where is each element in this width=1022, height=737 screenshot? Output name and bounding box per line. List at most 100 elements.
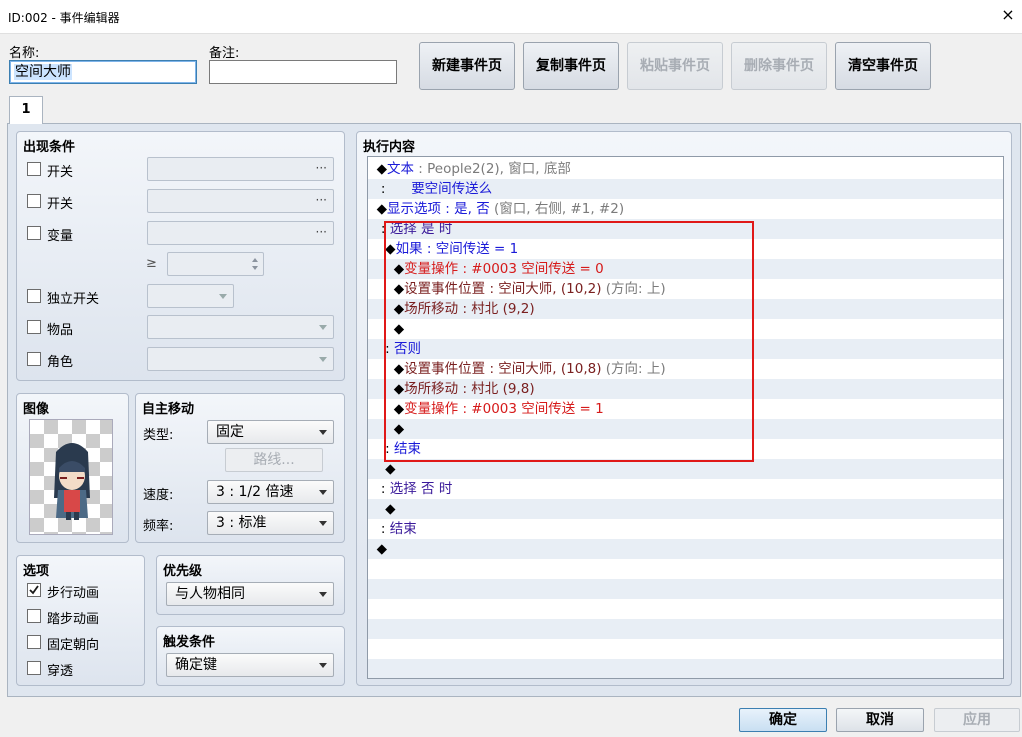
command-line[interactable]: : 结束	[368, 519, 1003, 539]
tab-page-1[interactable]: 1	[9, 96, 43, 124]
command-line[interactable]: ◆显示选项 : 是, 否 (窗口, 右侧, #1, #2)	[368, 199, 1003, 219]
trigger-value: 确定键	[175, 657, 217, 673]
variable-field[interactable]: ···	[147, 221, 334, 245]
movement-type-select[interactable]: 固定	[207, 420, 334, 444]
command-line[interactable]	[368, 639, 1003, 659]
command-segment: 结束	[389, 521, 417, 537]
autonomous-title: 自主移动	[142, 402, 195, 417]
spinner-arrows-icon[interactable]	[250, 255, 260, 273]
paste-event-page-button[interactable]: 粘贴事件页	[627, 42, 723, 90]
type-label: 类型:	[143, 428, 174, 443]
new-event-page-button[interactable]: 新建事件页	[419, 42, 515, 90]
direction-fix-label: 固定朝向	[47, 638, 100, 653]
cancel-button[interactable]: 取消	[836, 708, 924, 732]
actor-checkbox[interactable]	[27, 352, 41, 366]
command-segment: ◆	[376, 501, 396, 517]
clear-event-page-button[interactable]: 清空事件页	[835, 42, 931, 90]
chevron-down-icon	[319, 325, 327, 330]
direction-fix-checkbox[interactable]	[27, 635, 41, 649]
trigger-title: 触发条件	[163, 635, 216, 650]
name-label: 名称:	[9, 46, 40, 61]
image-title: 图像	[23, 402, 50, 417]
command-line[interactable]: : 要空间传送么	[368, 179, 1003, 199]
ellipsis-icon: ···	[315, 193, 327, 207]
command-line[interactable]	[368, 579, 1003, 599]
highlight-box	[384, 221, 754, 462]
priority-title: 优先级	[163, 564, 203, 579]
switch2-checkbox[interactable]	[27, 194, 41, 208]
command-line[interactable]	[368, 659, 1003, 678]
speed-select[interactable]: 3 : 1/2 倍速	[207, 480, 334, 504]
command-segment: ◆	[376, 461, 396, 477]
frequency-select[interactable]: 3 : 标准	[207, 511, 334, 535]
switch2-label: 开关	[47, 197, 74, 212]
priority-select[interactable]: 与人物相同	[166, 582, 334, 606]
actor-select[interactable]	[147, 347, 334, 371]
chevron-down-icon	[319, 357, 327, 362]
name-input-value: 空间大师	[14, 64, 72, 80]
command-segment: :	[376, 181, 412, 197]
command-line[interactable]: ◆	[368, 459, 1003, 479]
delete-event-page-button[interactable]: 删除事件页	[731, 42, 827, 90]
note-input[interactable]	[209, 60, 397, 84]
route-button[interactable]: 路线...	[225, 448, 323, 472]
command-line[interactable]	[368, 559, 1003, 579]
character-image[interactable]	[29, 419, 113, 535]
close-icon[interactable]: ×	[998, 4, 1018, 26]
contents-title: 执行内容	[363, 140, 416, 155]
speed-value: 3 : 1/2 倍速	[216, 484, 294, 500]
command-segment: : People2(2), 窗口, 底部	[413, 161, 571, 177]
through-checkbox[interactable]	[27, 661, 41, 675]
command-line[interactable]	[368, 619, 1003, 639]
self-switch-checkbox[interactable]	[27, 289, 41, 303]
window-title: ID:002 - 事件编辑器	[8, 11, 120, 25]
title-bar: ID:002 - 事件编辑器 ×	[0, 0, 1022, 34]
command-line[interactable]	[368, 599, 1003, 619]
switch1-label: 开关	[47, 165, 74, 180]
note-label: 备注:	[209, 46, 240, 61]
command-line[interactable]: : 选择 否 时	[368, 479, 1003, 499]
apply-button[interactable]: 应用	[934, 708, 1020, 732]
stepping-checkbox[interactable]	[27, 609, 41, 623]
conditions-title: 出现条件	[23, 140, 76, 155]
self-switch-label: 独立开关	[47, 292, 100, 307]
walking-checkbox[interactable]	[27, 583, 41, 597]
switch2-field[interactable]: ···	[147, 189, 334, 213]
copy-event-page-button[interactable]: 复制事件页	[523, 42, 619, 90]
ellipsis-icon: ···	[315, 225, 327, 239]
stepping-label: 踏步动画	[47, 612, 100, 627]
command-list[interactable]: ◆文本 : People2(2), 窗口, 底部 : 要空间传送么 ◆显示选项 …	[367, 156, 1004, 679]
command-segment: 显示选项	[386, 201, 441, 217]
command-segment: ◆	[376, 161, 387, 177]
ellipsis-icon: ···	[315, 161, 327, 175]
item-select[interactable]	[147, 315, 334, 339]
chevron-down-icon	[319, 592, 327, 597]
actor-label: 角色	[47, 355, 74, 370]
command-segment: :	[376, 481, 390, 497]
command-segment: :	[376, 521, 390, 537]
options-title: 选项	[23, 564, 50, 579]
command-line[interactable]: ◆	[368, 539, 1003, 559]
walking-label: 步行动画	[47, 586, 100, 601]
gte-label: ≥	[146, 256, 157, 271]
command-segment: ◆	[376, 541, 387, 557]
speed-label: 速度:	[143, 488, 174, 503]
checkmark-icon	[29, 585, 39, 595]
name-input[interactable]: 空间大师	[9, 60, 197, 84]
command-segment: : 是, 否	[440, 201, 494, 217]
ok-button[interactable]: 确定	[739, 708, 827, 732]
through-label: 穿透	[47, 664, 74, 679]
variable-value-stepper[interactable]	[167, 252, 264, 276]
variable-label: 变量	[47, 229, 74, 244]
variable-checkbox[interactable]	[27, 226, 41, 240]
self-switch-select[interactable]	[147, 284, 234, 308]
command-segment: ◆	[376, 201, 387, 217]
frequency-label: 频率:	[143, 519, 174, 534]
command-line[interactable]: ◆	[368, 499, 1003, 519]
command-segment: 文本	[386, 161, 414, 177]
switch1-field[interactable]: ···	[147, 157, 334, 181]
command-line[interactable]: ◆文本 : People2(2), 窗口, 底部	[368, 159, 1003, 179]
trigger-select[interactable]: 确定键	[166, 653, 334, 677]
item-checkbox[interactable]	[27, 320, 41, 334]
switch1-checkbox[interactable]	[27, 162, 41, 176]
